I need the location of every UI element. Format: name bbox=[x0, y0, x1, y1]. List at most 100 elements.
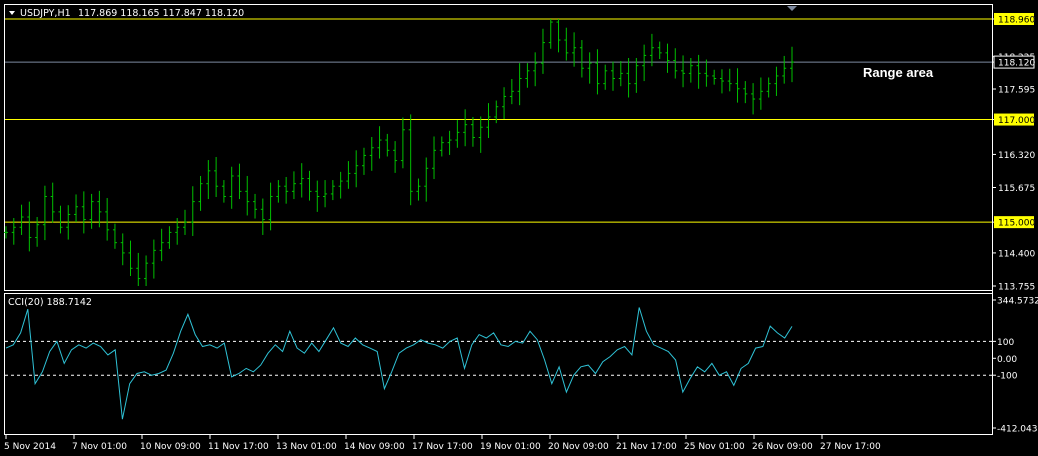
candle bbox=[455, 120, 460, 148]
cci-tick-label: 344.5732 bbox=[997, 297, 1038, 307]
time-tick-label: 20 Nov 09:00 bbox=[548, 442, 609, 452]
cci-tick-label: 100 bbox=[997, 338, 1014, 348]
current-price-tag-label: 118.120 bbox=[998, 59, 1035, 69]
candle bbox=[74, 194, 79, 223]
symbol-label: USDJPY,H1 bbox=[20, 8, 71, 19]
candle bbox=[665, 43, 670, 73]
candle bbox=[735, 68, 740, 103]
candle bbox=[556, 19, 561, 53]
candle bbox=[548, 19, 553, 49]
range-area-annotation: Range area bbox=[863, 65, 934, 80]
candle bbox=[603, 64, 608, 90]
time-tick-label: 25 Nov 01:00 bbox=[684, 442, 745, 452]
level-tag-label: 117.000 bbox=[998, 116, 1035, 126]
trading-chart[interactable]: 118.960118.225118.120117.595117.000116.3… bbox=[0, 0, 1038, 456]
candle bbox=[743, 81, 748, 104]
candle bbox=[159, 228, 164, 262]
candle bbox=[634, 57, 639, 93]
candle bbox=[206, 160, 211, 200]
candle bbox=[595, 49, 600, 95]
candle bbox=[408, 114, 413, 206]
chart-shift-marker-icon[interactable] bbox=[787, 6, 797, 11]
candle bbox=[758, 77, 763, 110]
candle bbox=[790, 46, 794, 83]
candle bbox=[369, 136, 374, 171]
symbol-dropdown-icon[interactable] bbox=[9, 11, 15, 15]
candle bbox=[579, 40, 584, 78]
candle bbox=[463, 109, 468, 147]
candle bbox=[35, 217, 40, 247]
candle bbox=[112, 223, 117, 249]
candle bbox=[478, 116, 483, 153]
time-axis-ticks: 5 Nov 2014 7 Nov 01:00 10 Nov 09:00 11 Nov … bbox=[4, 435, 881, 452]
candle bbox=[330, 180, 335, 201]
candle bbox=[564, 27, 569, 61]
candle bbox=[81, 191, 86, 234]
cci-panel-frame bbox=[4, 293, 993, 435]
candle bbox=[719, 69, 724, 94]
candle bbox=[509, 79, 514, 105]
price-panel-frame bbox=[4, 4, 993, 291]
candle bbox=[144, 255, 149, 286]
price-candles bbox=[4, 19, 794, 286]
candle bbox=[673, 48, 678, 79]
candle bbox=[151, 239, 156, 279]
candle bbox=[681, 55, 686, 88]
candle bbox=[502, 87, 507, 120]
candle bbox=[42, 185, 47, 241]
time-tick-label: 17 Nov 17:00 bbox=[412, 442, 473, 452]
candle bbox=[245, 175, 250, 216]
candle bbox=[128, 240, 133, 276]
time-tick-label: 19 Nov 01:00 bbox=[480, 442, 541, 452]
candle bbox=[704, 59, 709, 87]
candle bbox=[198, 175, 203, 211]
candle bbox=[299, 163, 304, 198]
candle bbox=[727, 68, 732, 92]
cci-line bbox=[5, 307, 793, 420]
cci-tick-label: -412.0435 bbox=[997, 425, 1038, 435]
candle bbox=[167, 226, 172, 249]
candle bbox=[517, 63, 522, 106]
time-tick-label: 13 Nov 01:00 bbox=[276, 442, 337, 452]
candle bbox=[27, 201, 32, 252]
cci-label: CCI(20) 188.7142 bbox=[8, 297, 92, 308]
candle bbox=[642, 44, 647, 82]
candle bbox=[470, 116, 475, 147]
candle bbox=[190, 186, 195, 236]
candle bbox=[611, 61, 616, 91]
candle bbox=[439, 136, 444, 157]
candle bbox=[432, 136, 437, 180]
candle bbox=[766, 77, 771, 98]
cci-series bbox=[5, 307, 793, 420]
candle bbox=[525, 63, 530, 88]
candle bbox=[447, 130, 452, 155]
candle bbox=[338, 171, 343, 199]
candle bbox=[587, 52, 592, 84]
candle bbox=[486, 103, 491, 139]
candle bbox=[276, 180, 281, 203]
candle bbox=[696, 54, 701, 89]
level-tag-label: 115.000 bbox=[998, 219, 1035, 229]
candle bbox=[626, 57, 631, 98]
ohlc-readout: 117.869 118.165 117.847 118.120 bbox=[78, 8, 244, 19]
cci-tick-label: 0.00 bbox=[997, 355, 1017, 365]
candle bbox=[253, 193, 258, 219]
candle bbox=[400, 117, 405, 169]
candle bbox=[323, 180, 328, 208]
price-tick-label: 117.595 bbox=[998, 86, 1035, 96]
candle bbox=[315, 180, 320, 212]
candle bbox=[782, 55, 787, 84]
candle bbox=[540, 28, 545, 74]
candle bbox=[221, 180, 226, 203]
candle bbox=[416, 178, 421, 201]
time-tick-label: 11 Nov 17:00 bbox=[208, 442, 269, 452]
candle bbox=[361, 147, 366, 175]
cci-tick-label: -100 bbox=[997, 372, 1018, 382]
candle bbox=[751, 83, 756, 115]
level-tag-label: 118.960 bbox=[998, 16, 1035, 26]
time-tick-label: 21 Nov 17:00 bbox=[616, 442, 677, 452]
candle bbox=[214, 156, 219, 197]
candle bbox=[533, 52, 538, 87]
candle bbox=[58, 205, 63, 234]
candle bbox=[354, 150, 359, 188]
